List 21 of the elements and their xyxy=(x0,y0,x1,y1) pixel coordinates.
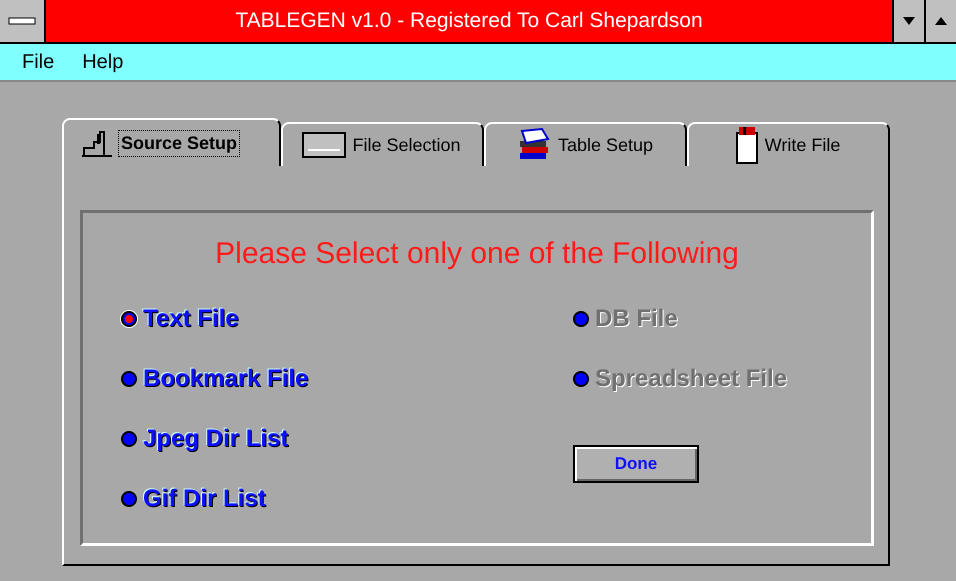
tab[interactable]: File Selection xyxy=(281,122,484,166)
minimize-button[interactable] xyxy=(892,0,924,42)
heading: Please Select only one of the Following xyxy=(214,237,740,271)
system-menu-button[interactable] xyxy=(0,0,46,42)
menu-item[interactable]: Help xyxy=(82,50,124,74)
radio-option[interactable]: Text File xyxy=(121,289,239,349)
floppy-disk-icon xyxy=(734,125,759,165)
done-button[interactable]: Done xyxy=(573,445,699,483)
radio-option[interactable]: Bookmark File xyxy=(121,349,308,409)
maximize-button[interactable] xyxy=(924,0,956,42)
up-arrow-icon xyxy=(935,17,947,25)
radio-option[interactable]: Jpeg Dir List xyxy=(121,409,288,469)
tab[interactable]: Source Setup xyxy=(62,118,281,166)
menu-item[interactable]: File xyxy=(22,50,54,74)
minus-icon xyxy=(8,17,36,25)
text-field-icon xyxy=(302,132,346,158)
tab[interactable]: Write File xyxy=(687,122,890,166)
tab[interactable]: Table Setup xyxy=(484,122,687,166)
radio-option[interactable]: Gif Dir List xyxy=(121,469,266,529)
window-title: TABLEGEN v1.0 - Registered To Carl Shepardson xyxy=(234,8,704,34)
down-arrow-icon xyxy=(903,17,915,25)
